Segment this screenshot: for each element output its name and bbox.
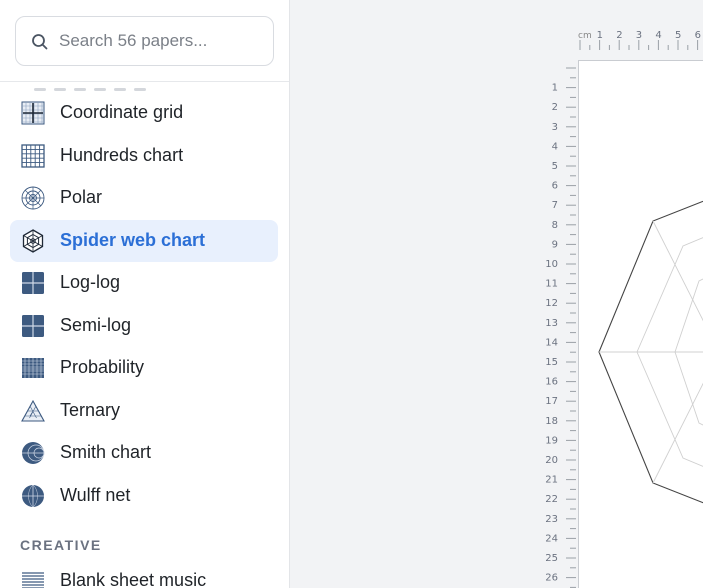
- ruler-left-label: 19: [545, 435, 558, 446]
- paper-item-label: Wulff net: [60, 484, 131, 505]
- ruler-left-label: 14: [545, 337, 558, 348]
- ruler-left-label: 8: [552, 220, 558, 231]
- paper-item-8[interactable]: Smith chart: [10, 432, 278, 474]
- spider-web-chart-preview: [598, 200, 703, 504]
- ruler-left-label: 15: [545, 357, 558, 368]
- paper-item-label: Probability: [60, 357, 145, 377]
- ternary-icon: [21, 399, 45, 422]
- ruler-left-label: 11: [545, 279, 558, 290]
- ruler-left-label: 5: [552, 161, 558, 172]
- ruler-top-label: 4: [655, 30, 661, 41]
- ruler-left-label: 6: [552, 181, 558, 192]
- creative-item-0[interactable]: Blank sheet music: [10, 560, 278, 588]
- ruler-left-label: 3: [552, 122, 558, 133]
- paper-item-label: Ternary: [60, 399, 121, 420]
- sheet-music-icon: [22, 570, 44, 588]
- ruler-left-label: 18: [545, 416, 558, 427]
- ruler-top-label: 3: [636, 30, 642, 41]
- paper-item-label: Polar: [60, 187, 103, 207]
- search-box[interactable]: [15, 16, 274, 66]
- ruler-left-label: 4: [552, 141, 558, 152]
- ruler-top-label: 5: [675, 30, 681, 41]
- coordinate-grid-icon: [21, 101, 45, 125]
- paper-item-2[interactable]: Polar: [10, 177, 278, 219]
- probability-icon: [22, 358, 44, 378]
- paper-item-label: Hundreds chart: [60, 144, 184, 165]
- canvas-area[interactable]: cm 1 2 3 4 5 6 1 2 3 4 5 6 7 8 9 10 11 12 13 14 15 16 17 18 19 20 2…: [290, 0, 703, 588]
- ruler-left-label: 20: [545, 455, 558, 466]
- ruler-unit-label: cm: [578, 31, 592, 41]
- paper-item-label: Blank sheet music: [60, 570, 207, 588]
- spider-web-icon: [22, 228, 44, 253]
- ruler-left-label: 16: [545, 377, 558, 388]
- ruler-left-label: 26: [545, 573, 558, 584]
- ruler-left-label: 2: [552, 102, 558, 113]
- paper-item-label: Coordinate grid: [60, 102, 184, 122]
- ruler-left-label: 22: [545, 494, 558, 505]
- ruler-left-label: 1: [552, 83, 558, 94]
- ruler-left-label: 9: [552, 239, 558, 250]
- ruler-left-label: 21: [545, 475, 558, 486]
- paper-item-label: Semi-log: [60, 314, 132, 335]
- paper-item-1[interactable]: Hundreds chart: [10, 135, 278, 177]
- smith-chart-icon: [22, 442, 45, 464]
- ruler-top-label: 6: [695, 30, 701, 41]
- search-bar: [0, 0, 289, 82]
- sidebar: Coordinate grid Hundreds chart Polar Spider…: [0, 0, 290, 588]
- paper-item-label: Smith chart: [60, 442, 152, 462]
- ruler-top-label: 2: [616, 30, 622, 41]
- ruler-left-label: 7: [552, 200, 558, 211]
- semi-log-icon: [22, 314, 44, 337]
- paper-item-3[interactable]: Spider web chart: [10, 219, 278, 262]
- paper-item-4[interactable]: Log-log: [10, 262, 278, 304]
- ruler-left-label: 24: [545, 533, 558, 544]
- polar-icon: [21, 186, 45, 210]
- ruler-left-label: 23: [545, 514, 558, 525]
- paper-item-9[interactable]: Wulff net: [10, 475, 278, 517]
- paper-item-label: Spider web chart: [60, 229, 206, 250]
- ruler-left-label: 12: [545, 298, 558, 309]
- wulff-net-icon: [22, 484, 44, 507]
- ruler-left-label: 25: [545, 553, 558, 564]
- paper-item-5[interactable]: Semi-log: [10, 305, 278, 347]
- search-icon: [32, 34, 48, 50]
- search-input[interactable]: [59, 17, 264, 65]
- paper-preview: [578, 60, 703, 588]
- log-log-icon: [22, 272, 44, 294]
- ruler-left-label: 17: [545, 396, 558, 407]
- paper-item-7[interactable]: Ternary: [10, 390, 278, 432]
- section-title-creative: CREATIVE: [20, 537, 102, 553]
- ruler-top-label: 1: [597, 30, 603, 41]
- paper-item-0[interactable]: Coordinate grid: [10, 92, 278, 134]
- ruler-left-label: 10: [545, 259, 558, 270]
- paper-item-label: Log-log: [60, 272, 121, 292]
- hundreds-chart-icon: [21, 143, 45, 168]
- ruler-left-label: 13: [545, 318, 558, 329]
- paper-item-6[interactable]: Probability: [10, 347, 278, 389]
